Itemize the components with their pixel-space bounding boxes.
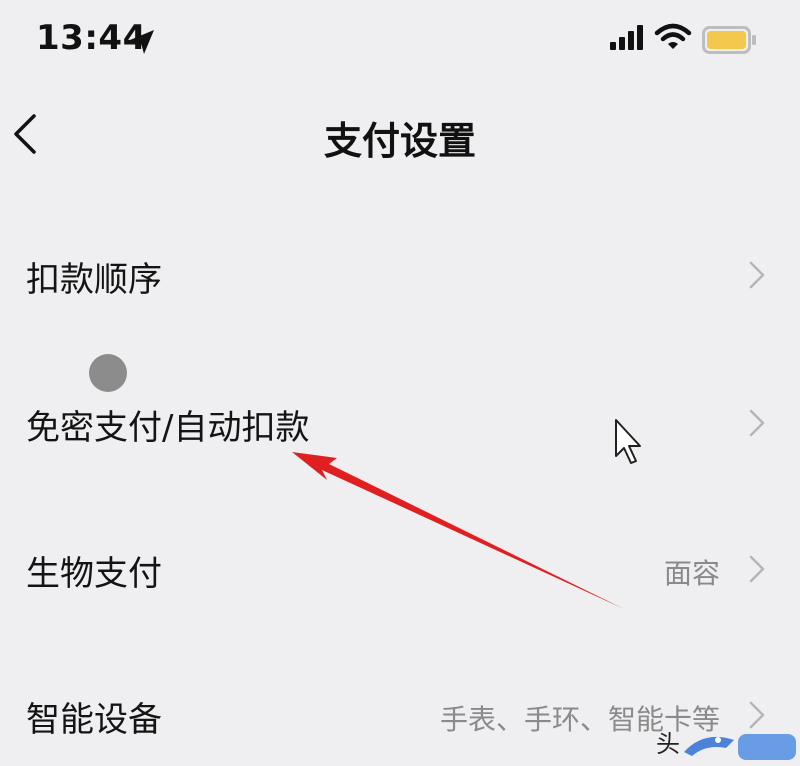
- mouse-cursor-icon: [615, 419, 641, 464]
- watermark: 头: [656, 718, 800, 766]
- watermark-logo-icon: [684, 734, 796, 760]
